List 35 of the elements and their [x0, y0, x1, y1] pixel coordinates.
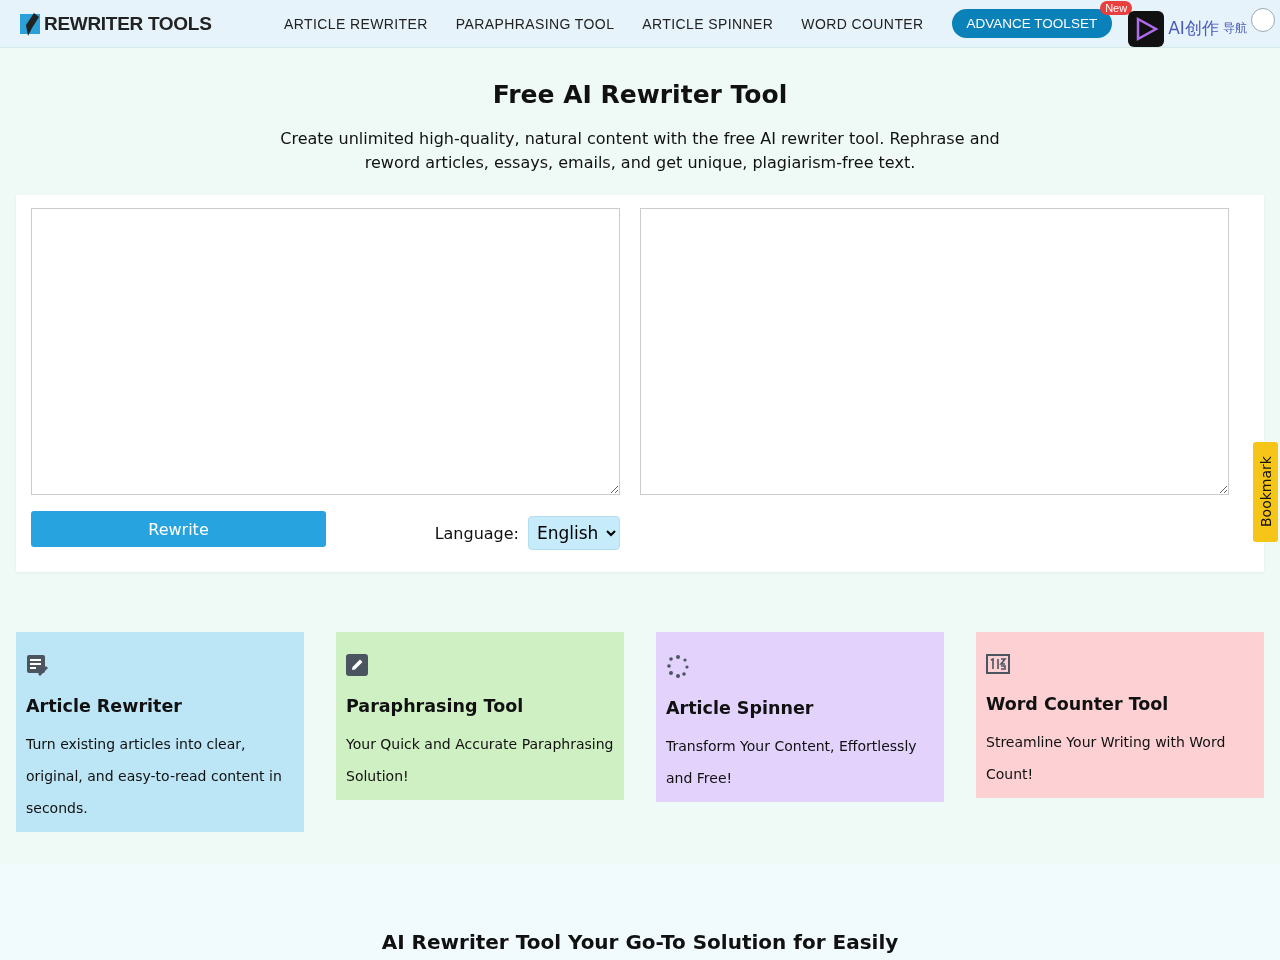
card-description: Turn existing articles into clear, original, and easy-to-read content in seconds.: [26, 735, 283, 818]
page-description: Create unlimited high-quality, natural content with the free AI rewriter tool. Rephrase and reword articles, essays, emails, and get unique, plagiarism-free text.: [280, 128, 1000, 174]
card-title: Article Spinner: [666, 698, 815, 718]
nav-link[interactable]: ARTICLE REWRITER: [284, 15, 428, 32]
tool-card[interactable]: Article Spinner Transform Your Content, Effortlessly and Free!: [656, 632, 944, 802]
brand-text[interactable]: AI创作: [1168, 17, 1219, 40]
language-label: Language:: [434, 523, 519, 543]
card-description: Transform Your Content, Effortlessly and Free!: [666, 737, 918, 788]
language-select[interactable]: English: [528, 516, 620, 550]
tool-card[interactable]: Word Counter Tool Streamline Your Writing with Word Count!: [976, 632, 1264, 798]
tool-card[interactable]: Paraphrasing Tool Your Quick and Accurate Paraphrasing Solution!: [336, 632, 624, 800]
new-badge: New: [1100, 1, 1133, 15]
brand-text[interactable]: 导航: [1222, 20, 1247, 37]
tool-card[interactable]: Article Rewriter Turn existing articles into clear, original, and easy-to-read content in seconds.: [16, 632, 304, 832]
pencil-icon: [346, 654, 368, 676]
page-title: Free AI Rewriter Tool: [492, 80, 788, 109]
nav-link[interactable]: ARTICLE SPINNER: [642, 15, 774, 32]
card-title: Word Counter Tool: [986, 694, 1170, 714]
logo-text[interactable]: REWRITER TOOLS: [44, 12, 212, 35]
numbers-icon: [986, 654, 1010, 674]
notepad-pencil-icon: [26, 654, 48, 676]
nav-link[interactable]: WORD COUNTER: [801, 15, 924, 32]
nav-link[interactable]: PARAPHRASING TOOL: [455, 15, 615, 32]
section-heading: AI Rewriter Tool Your Go-To Solution for Easily: [381, 930, 899, 956]
avatar[interactable]: [1250, 7, 1275, 32]
card-title: Article Rewriter: [26, 696, 183, 716]
app-icon[interactable]: [1128, 10, 1165, 47]
pen-nib-icon: [20, 10, 42, 37]
input-field[interactable]: [31, 208, 620, 495]
bookmark-tab[interactable]: Bookmark: [1253, 442, 1278, 542]
card-description: Streamline Your Writing with Word Count!: [986, 733, 1227, 784]
card-title: Paraphrasing Tool: [346, 696, 525, 716]
spinner-icon: [666, 654, 690, 678]
output-field[interactable]: [640, 208, 1229, 495]
card-description: Your Quick and Accurate Paraphrasing Solution!: [346, 735, 614, 786]
